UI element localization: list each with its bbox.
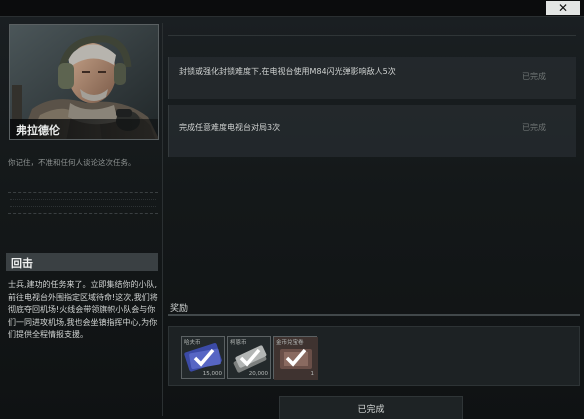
rewards-label: 奖励 bbox=[170, 304, 189, 314]
objectives-list: 封锁或强化封锁难度下,在电视台使用M84闪光弹影响敌人5次 已完成 完成任意难度… bbox=[168, 31, 576, 286]
reward-item[interactable]: 柯恩币 20,000 bbox=[227, 336, 271, 379]
reward-item-name: 金币兑宝卷 bbox=[276, 340, 304, 346]
stats-row bbox=[10, 196, 156, 200]
column-divider bbox=[162, 23, 163, 416]
trader-name-plate: 弗拉德伦 bbox=[10, 119, 158, 139]
objective-item: 完成任意难度电视台对局3次 已完成 bbox=[168, 105, 576, 157]
reward-item-count: 15,000 bbox=[202, 371, 222, 377]
trader-column: 弗拉德伦 你记住，不准和任何人谈论这次任务。 回击 士兵,建功的任务来了。立即集… bbox=[4, 21, 159, 416]
close-button[interactable]: ✕ bbox=[546, 1, 580, 15]
briefing-header: 回击 bbox=[6, 253, 158, 271]
objectives-top-line bbox=[168, 35, 576, 36]
briefing-title: 回击 bbox=[11, 257, 33, 270]
rewards-panel: 哈夫币 15,000 柯恩币 20,000 金币兑宝卷 1 bbox=[168, 326, 580, 386]
stats-row bbox=[10, 203, 156, 207]
complete-button[interactable]: 已完成 bbox=[279, 396, 463, 419]
trader-portrait: 弗拉德伦 bbox=[9, 24, 159, 140]
reward-item[interactable]: 金币兑宝卷 1 bbox=[273, 336, 318, 380]
rewards-divider bbox=[168, 314, 580, 316]
objective-status: 已完成 bbox=[522, 123, 546, 132]
reward-item-name: 柯恩币 bbox=[230, 340, 247, 346]
objective-status: 已完成 bbox=[522, 72, 546, 81]
briefing-text: 士兵,建功的任务来了。立即集结你的小队,前往电视台外围指定区域待命!这次,我们将… bbox=[8, 280, 158, 340]
trader-quote: 你记住，不准和任何人谈论这次任务。 bbox=[8, 158, 136, 167]
reward-item-count: 1 bbox=[310, 371, 315, 377]
objective-item: 封锁或强化封锁难度下,在电视台使用M84闪光弹影响敌人5次 已完成 bbox=[168, 57, 576, 99]
reward-item-count: 20,000 bbox=[248, 371, 268, 377]
objective-text: 封锁或强化封锁难度下,在电视台使用M84闪光弹影响敌人5次 bbox=[179, 67, 396, 76]
close-icon: ✕ bbox=[557, 1, 569, 15]
objective-text: 完成任意难度电视台对局3次 bbox=[179, 123, 281, 132]
reward-item[interactable]: 哈夫币 15,000 bbox=[181, 336, 225, 379]
title-bar: ✕ bbox=[0, 0, 584, 16]
reward-item-name: 哈夫币 bbox=[184, 340, 201, 346]
trader-stats-area bbox=[8, 192, 158, 214]
mission-panel: 弗拉德伦 你记住，不准和任何人谈论这次任务。 回击 士兵,建功的任务来了。立即集… bbox=[0, 16, 584, 419]
trader-name: 弗拉德伦 bbox=[16, 124, 60, 137]
